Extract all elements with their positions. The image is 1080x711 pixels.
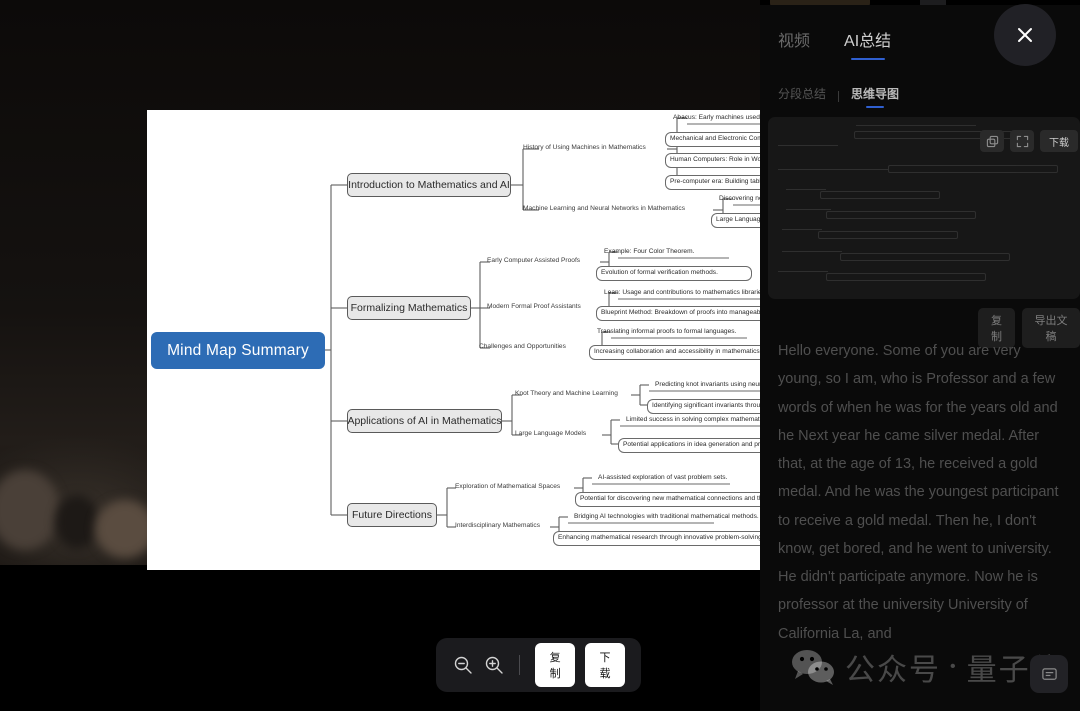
mindmap-branch-3[interactable]: Future Directions [347,503,437,527]
mindmap-child-2-1[interactable]: Large Language Models [515,428,605,441]
child-label: History of Using Machines in Mathematics [523,144,646,152]
tab-ai-summary[interactable]: AI总结 [844,27,891,60]
mindmap-branch-1[interactable]: Formalizing Mathematics [347,296,471,320]
thumbnail-download-button[interactable]: 下载 [1040,130,1078,152]
subtab-segmented-summary[interactable]: 分段总结 [778,85,826,108]
chat-icon [1041,667,1057,680]
mindmap-leaf-3-0-0[interactable]: AI-assisted exploration of vast problem … [594,472,734,485]
branch-label: Introduction to Mathematics and AI [348,178,510,191]
mindmap-child-2-0[interactable]: Knot Theory and Machine Learning [515,388,635,401]
mindmap-leaf-1-2-0[interactable]: Translating informal proofs to formal la… [593,326,753,339]
leaf-label: Example: Four Color Theorem. [604,248,695,256]
close-icon [1018,28,1032,42]
branch-label: Applications of AI in Mathematics [347,414,502,427]
copy-button[interactable]: 复制 [535,643,576,687]
leaf-label: AI-assisted exploration of vast problem … [598,474,728,482]
mindmap-branch-2[interactable]: Applications of AI in Mathematics [347,409,502,433]
leaf-label: Evolution of formal verification methods… [601,269,718,277]
child-label: Knot Theory and Machine Learning [515,390,618,398]
tab-video[interactable]: 视频 [778,27,810,60]
child-label: Interdisciplinary Mathematics [455,522,541,530]
transcript-text: Hello everyone. Some of you are very you… [778,343,1059,642]
child-label: Early Computer Assisted Proofs [487,257,581,265]
child-label: Exploration of Mathematical Spaces [455,483,561,491]
panel-subtabs: 分段总结 思维导图 [778,85,899,108]
mindmap-leaf-3-1-0[interactable]: Bridging AI technologies with traditiona… [570,511,759,524]
mindmap-leaf-1-2-1[interactable]: Increasing collaboration and accessibili… [589,345,779,360]
mindmap-leaf-1-0-1[interactable]: Evolution of formal verification methods… [596,266,752,281]
zoom-out-icon[interactable] [452,652,473,678]
download-button[interactable]: 下载 [585,643,625,687]
leaf-label: Potential for discovering new mathematic… [580,495,783,503]
mindmap-root-node[interactable]: Mind Map Summary [152,333,324,368]
subtab-divider [838,91,840,102]
copy-icon[interactable] [980,130,1004,152]
subtab-mindmap[interactable]: 思维导图 [851,85,899,108]
mindmap-child-1-1[interactable]: Modern Formal Proof Assistants [487,301,603,314]
subtab-label: 分段总结 [778,87,827,101]
leaf-label: Lean: Usage and contributions to mathema… [604,289,767,297]
mindmap-leaf-1-1-0[interactable]: Lean: Usage and contributions to mathema… [600,287,780,300]
screen: Mind Map Summary Introduction to Mathema… [0,0,1080,711]
mindmap-thumbnail[interactable]: 下载 [768,117,1080,299]
thumbnail-actions: 下载 [980,130,1078,152]
tab-label: AI总结 [844,33,892,50]
leaf-label: Bridging AI technologies with traditiona… [574,513,759,521]
mindmap-child-0-1[interactable]: Machine Learning and Neural Networks in … [523,203,715,216]
branch-label: Future Directions [352,508,432,521]
feedback-button[interactable] [1030,655,1068,693]
branch-label: Formalizing Mathematics [350,301,468,314]
subtab-label: 思维导图 [851,87,900,101]
mindmap-branch-0[interactable]: Introduction to Mathematics and AI [347,173,511,197]
leaf-label: Increasing collaboration and accessibili… [594,348,762,356]
mindmap-child-1-0[interactable]: Early Computer Assisted Proofs [487,255,603,268]
zoom-in-icon[interactable] [483,652,504,678]
ai-summary-panel: 视频 AI总结 分段总结 思维导图 下载 复制 导出文稿 Hello every… [760,4,1080,711]
mindmap-leaf-1-0-0[interactable]: Example: Four Color Theorem. [600,246,730,259]
mindmap-child-3-0[interactable]: Exploration of Mathematical Spaces [455,481,579,494]
leaf-label: Translating informal proofs to formal la… [597,328,737,336]
close-button[interactable] [994,4,1056,66]
child-label: Challenges and Opportunities [479,343,566,351]
panel-tabs: 视频 AI总结 [778,27,891,60]
mindmap-child-3-1[interactable]: Interdisciplinary Mathematics [455,520,555,533]
expand-icon[interactable] [1010,130,1034,152]
tab-label: 视频 [778,33,811,50]
mindmap-child-0-0[interactable]: History of Using Machines in Mathematics [523,142,673,155]
leaf-label: Blueprint Method: Breakdown of proofs in… [601,309,785,317]
child-label: Large Language Models [515,430,587,438]
child-label: Machine Learning and Neural Networks in … [523,205,685,213]
mindmap-root-label: Mind Map Summary [167,341,309,359]
toolbar-divider [519,655,521,675]
mindmap-toolbar: 复制 下载 [436,638,641,692]
mindmap-leaf-3-0-1[interactable]: Potential for discovering new mathematic… [575,492,787,507]
child-label: Modern Formal Proof Assistants [487,303,581,311]
mindmap-child-1-2[interactable]: Challenges and Opportunities [479,341,595,354]
